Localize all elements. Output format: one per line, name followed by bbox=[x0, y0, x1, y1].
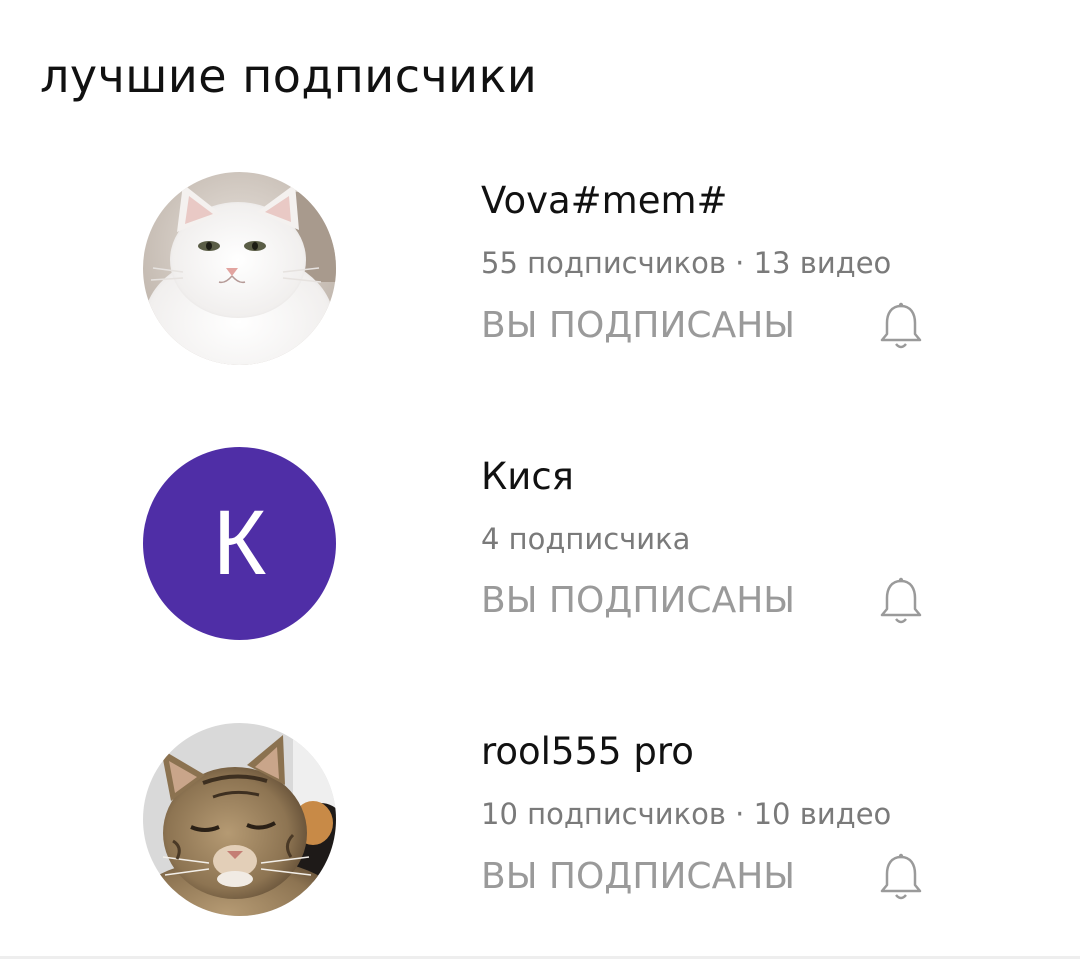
avatar-letter: К bbox=[212, 492, 267, 594]
bell-icon[interactable] bbox=[877, 852, 925, 904]
channel-name[interactable]: Кися bbox=[481, 455, 574, 499]
subscribed-button[interactable]: ВЫ ПОДПИСАНЫ bbox=[481, 855, 795, 899]
avatar[interactable] bbox=[143, 172, 336, 365]
channel-stats: 4 подписчика bbox=[481, 522, 691, 556]
avatar[interactable]: К bbox=[143, 447, 336, 640]
subscribed-button[interactable]: ВЫ ПОДПИСАНЫ bbox=[481, 579, 795, 623]
section-title: лучшие подписчики bbox=[40, 49, 538, 103]
subscriber-row[interactable]: К Кися 4 подписчика ВЫ ПОДПИСАНЫ bbox=[0, 440, 1080, 640]
divider bbox=[0, 956, 1080, 959]
channel-name[interactable]: rool555 pro bbox=[481, 730, 694, 774]
bell-icon[interactable] bbox=[877, 301, 925, 353]
channel-stats: 55 подписчиков · 13 видео bbox=[481, 246, 892, 280]
channel-stats: 10 подписчиков · 10 видео bbox=[481, 797, 892, 831]
avatar[interactable] bbox=[143, 723, 336, 916]
subscriber-row[interactable]: rool555 pro 10 подписчиков · 10 видео ВЫ… bbox=[0, 716, 1080, 916]
subscribed-button[interactable]: ВЫ ПОДПИСАНЫ bbox=[481, 304, 795, 348]
channel-name[interactable]: Vova#mem# bbox=[481, 179, 728, 223]
subscriber-row[interactable]: Vova#mem# 55 подписчиков · 13 видео ВЫ П… bbox=[0, 165, 1080, 365]
bell-icon[interactable] bbox=[877, 576, 925, 628]
